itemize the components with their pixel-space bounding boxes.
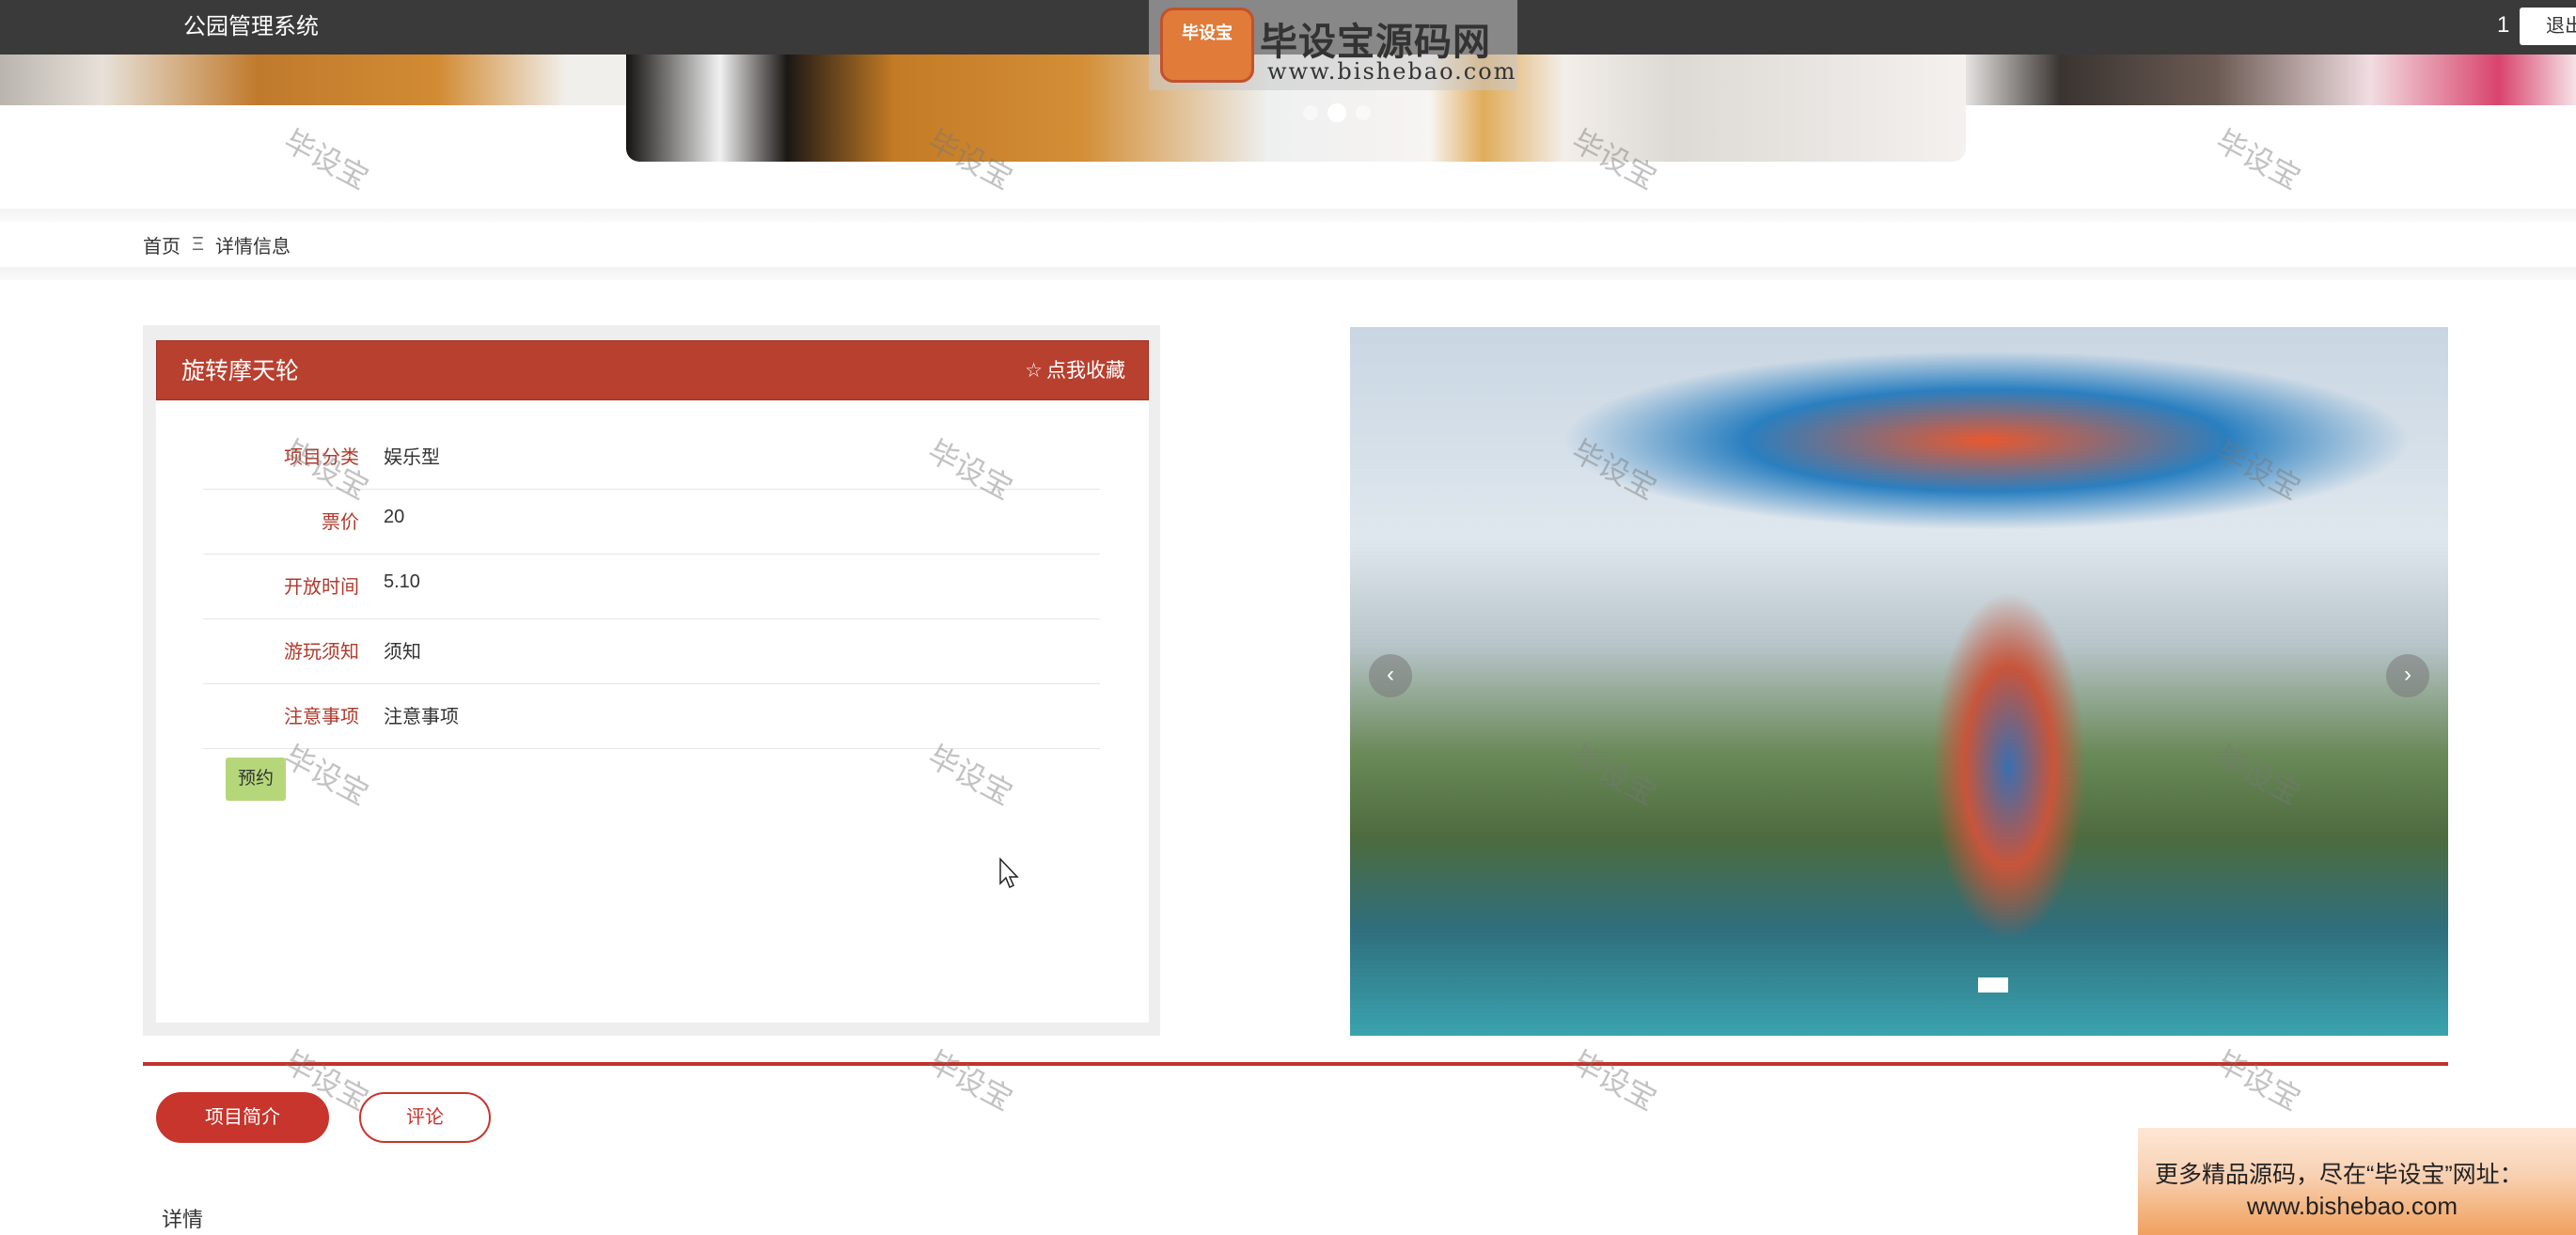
tab-comments[interactable]: 评论: [359, 1092, 491, 1143]
detail-row: 票价 20: [203, 490, 1100, 555]
star-outline-icon: ☆: [1025, 360, 1043, 382]
promo-url: www.bishebao.com: [2247, 1192, 2458, 1220]
detail-row: 游玩须知 须知: [203, 619, 1100, 684]
detail-row: 开放时间 5.10: [203, 555, 1100, 619]
user-name[interactable]: 1: [2497, 0, 2509, 51]
breadcrumb: 首页 Ξ 详情信息: [143, 231, 291, 258]
detail-row: 项目分类 娱乐型: [203, 425, 1100, 490]
item-title: 旋转摩天轮: [181, 358, 300, 384]
item-photo-carousel[interactable]: ‹ ›: [1350, 327, 2448, 1036]
banner-dot-active[interactable]: [1327, 103, 1346, 122]
detail-card-header: 旋转摩天轮 ☆ 点我收藏: [156, 340, 1149, 400]
field-label: 游玩须知: [284, 642, 359, 663]
field-label: 开放时间: [284, 577, 359, 598]
field-value: 20: [384, 507, 405, 527]
watermark-badge: 毕设宝: [1160, 8, 1254, 83]
carousel-indicator[interactable]: [1978, 977, 2008, 993]
promo-text: 更多精品源码，尽在“毕设宝”网址：: [2155, 1162, 2523, 1188]
section-divider: [143, 1062, 2448, 1066]
app-title[interactable]: 公园管理系统: [183, 0, 319, 55]
chevron-right-icon[interactable]: ›: [2386, 654, 2429, 697]
watermark-text: 毕设宝: [1566, 1044, 1662, 1118]
section-title: 详情: [162, 1208, 204, 1231]
watermark-url: www.bishebao.com: [1267, 58, 1517, 85]
favorite-label: 点我收藏: [1046, 360, 1125, 382]
banner-dot[interactable]: [1356, 105, 1371, 120]
field-value: 注意事项: [384, 707, 459, 727]
mouse-cursor-icon: [999, 857, 1019, 889]
field-value: 须知: [384, 642, 421, 663]
watermark-text: 毕设宝: [2210, 123, 2306, 196]
detail-row: 注意事项 注意事项: [203, 684, 1100, 749]
breadcrumb-separator-icon: Ξ: [192, 234, 204, 255]
divider-band: [0, 209, 2576, 222]
banner-dots: [1303, 103, 1371, 122]
breadcrumb-current: 详情信息: [215, 237, 291, 258]
favorite-button[interactable]: ☆ 点我收藏: [1025, 341, 1125, 401]
field-label: 票价: [322, 512, 359, 533]
detail-card: 旋转摩天轮 ☆ 点我收藏 项目分类 娱乐型 票价 20 开放时间 5.10 游玩…: [156, 340, 1149, 1023]
field-value: 娱乐型: [384, 447, 440, 468]
logout-button[interactable]: 退出: [2520, 8, 2576, 45]
watermark-text: 毕设宝: [278, 123, 374, 196]
promo-banner[interactable]: 更多精品源码，尽在“毕设宝”网址： www.bishebao.com: [2138, 1128, 2576, 1235]
field-label: 注意事项: [284, 707, 359, 727]
tab-intro[interactable]: 项目简介: [156, 1092, 329, 1143]
field-value: 5.10: [384, 571, 420, 592]
breadcrumb-home[interactable]: 首页: [143, 231, 181, 258]
watermark-logo: 毕设宝 毕设宝源码网 www.bishebao.com: [1149, 0, 1517, 90]
field-label: 项目分类: [284, 447, 359, 468]
watermark-text: 毕设宝: [922, 1044, 1018, 1118]
watermark-text: 毕设宝: [2210, 1044, 2306, 1118]
book-button[interactable]: 预约: [226, 758, 286, 801]
banner-dot[interactable]: [1303, 105, 1318, 120]
detail-card-wrapper: 旋转摩天轮 ☆ 点我收藏 项目分类 娱乐型 票价 20 开放时间 5.10 游玩…: [143, 325, 1160, 1036]
detail-fields: 项目分类 娱乐型 票价 20 开放时间 5.10 游玩须知 须知 注意事项 注意…: [203, 425, 1100, 749]
chevron-left-icon[interactable]: ‹: [1369, 654, 1412, 697]
divider-band: [0, 267, 2576, 280]
